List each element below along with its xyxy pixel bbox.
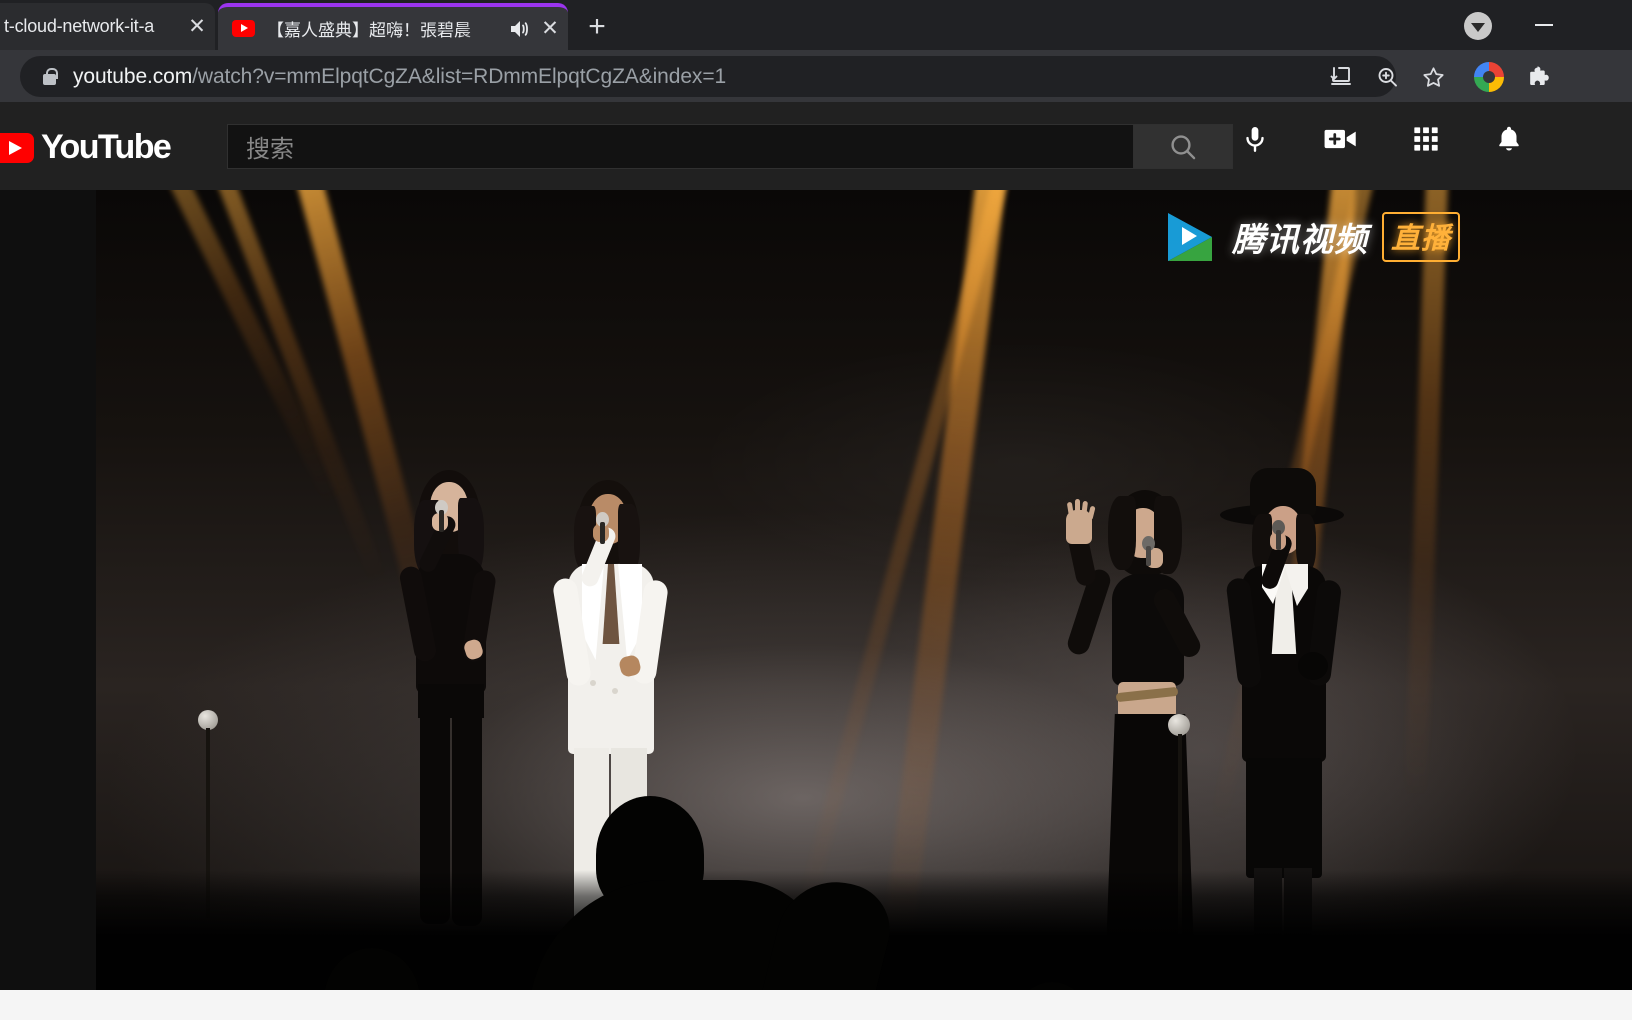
microphone-icon[interactable] (1240, 124, 1270, 154)
video-player[interactable]: 腾讯视频 直播 (96, 190, 1632, 990)
watermark-live-badge: 直播 (1382, 212, 1461, 262)
zoom-icon[interactable] (1364, 56, 1410, 98)
address-bar[interactable]: youtube.com/watch?v=mmElpqtCgZA&list=RDm… (20, 56, 1396, 97)
tabstrip: t-cloud-network-it-a ✕ 【嘉人盛典】超嗨！張碧晨 ✕ + (0, 0, 1632, 50)
page-bottom-strip (0, 990, 1632, 1020)
chrome-profile-avatar[interactable] (1474, 62, 1504, 92)
create-video-icon[interactable] (1324, 124, 1358, 154)
minimize-button[interactable] (1524, 10, 1564, 40)
url-text: youtube.com/watch?v=mmElpqtCgZA&list=RDm… (73, 65, 726, 89)
browser-tab-active[interactable]: 【嘉人盛典】超嗨！張碧晨 ✕ (218, 3, 568, 50)
tab-title: t-cloud-network-it-a (4, 16, 155, 36)
tencent-video-watermark: 腾讯视频 直播 (1168, 212, 1461, 262)
youtube-logo-text: YouTube (41, 128, 172, 166)
tab-close-icon[interactable]: ✕ (536, 15, 564, 43)
youtube-search: 搜索 (227, 124, 1233, 169)
tab-close-icon[interactable]: ✕ (183, 13, 211, 41)
search-button[interactable] (1133, 124, 1233, 169)
new-tab-button[interactable]: + (580, 10, 614, 44)
download-icon[interactable] (1318, 56, 1364, 98)
browser-window: t-cloud-network-it-a ✕ 【嘉人盛典】超嗨！張碧晨 ✕ + (0, 0, 1632, 1020)
url-host: youtube.com (73, 64, 193, 88)
player-letterbox-left (0, 190, 96, 990)
tencent-video-play-icon (1168, 213, 1218, 261)
speaker-playing-icon[interactable] (506, 16, 532, 42)
apps-grid-icon[interactable] (1412, 125, 1440, 153)
lock-icon[interactable] (42, 67, 58, 86)
browser-tabstrip-area: t-cloud-network-it-a ✕ 【嘉人盛典】超嗨！張碧晨 ✕ + (0, 0, 1632, 50)
toolbar-actions (1318, 56, 1456, 98)
puzzle-piece-icon[interactable] (1520, 58, 1558, 96)
youtube-header-actions (1240, 124, 1524, 154)
search-placeholder: 搜索 (246, 136, 294, 163)
search-icon (1171, 134, 1196, 159)
youtube-logo[interactable]: YouTube (0, 128, 172, 167)
search-input[interactable]: 搜索 (227, 124, 1133, 169)
youtube-favicon (232, 20, 255, 37)
chevron-down-icon[interactable] (1464, 12, 1492, 40)
youtube-play-icon (0, 132, 34, 163)
tab-title: 【嘉人盛典】超嗨！張碧晨 (267, 21, 471, 40)
browser-tab-inactive[interactable]: t-cloud-network-it-a ✕ (0, 3, 215, 50)
url-path: /watch?v=mmElpqtCgZA&list=RDmmElpqtCgZA&… (192, 64, 727, 88)
notifications-bell-icon[interactable] (1494, 124, 1524, 154)
bookmark-star-icon[interactable] (1410, 56, 1456, 98)
watermark-brand-text: 腾讯视频 (1232, 221, 1368, 258)
